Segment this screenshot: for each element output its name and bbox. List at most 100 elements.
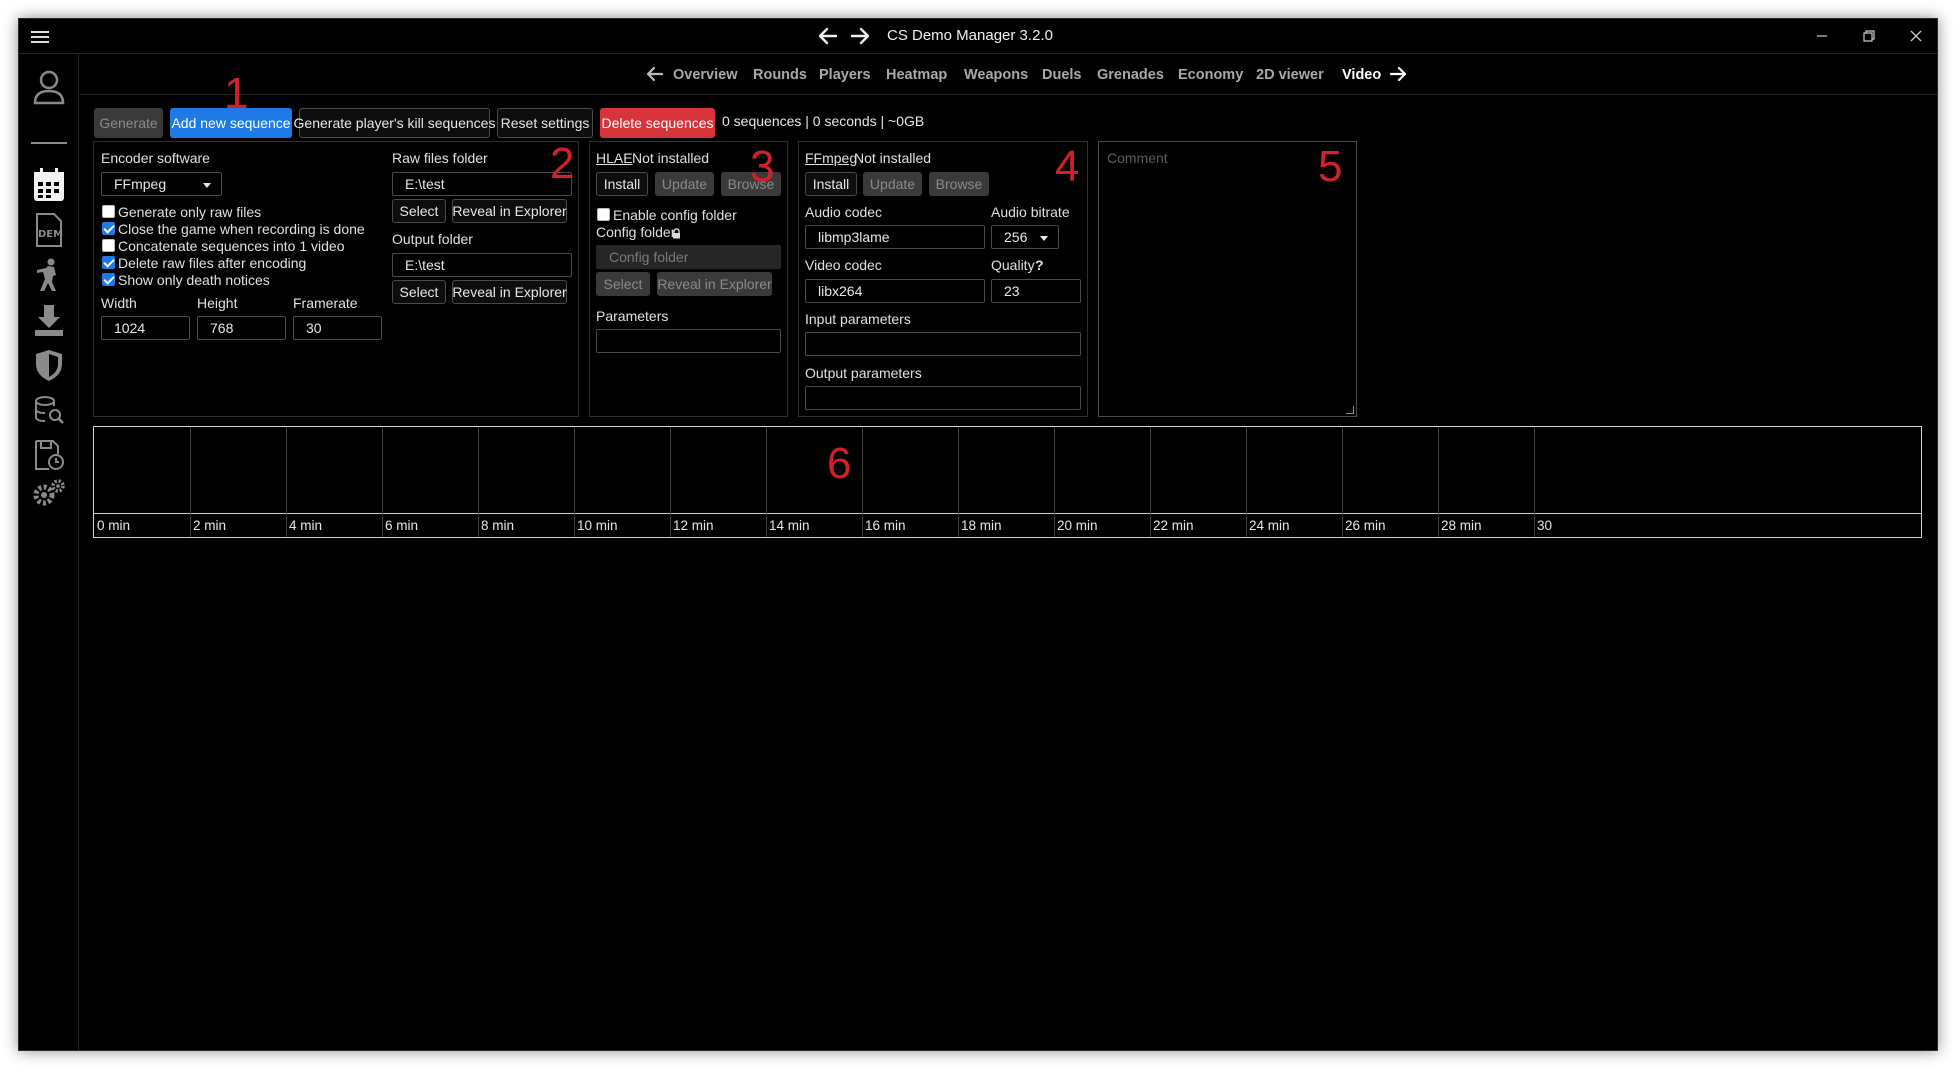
tab-overview[interactable]: Overview	[673, 67, 738, 83]
config-reveal-button[interactable]: Reveal in Explorer	[657, 272, 772, 296]
ffmpeg-install-button[interactable]: Install	[805, 172, 857, 196]
reset-settings-button[interactable]: Reset settings	[497, 108, 593, 138]
encoder-software-select[interactable]: FFmpeg	[101, 172, 222, 196]
generate-button[interactable]: Generate	[94, 108, 163, 138]
search-database-icon[interactable]	[29, 390, 69, 430]
annotation-number: 6	[827, 439, 852, 488]
tab-video[interactable]: Video	[1342, 67, 1381, 83]
hlae-link[interactable]: HLAE	[596, 150, 633, 166]
quality-input[interactable]: 23	[991, 279, 1081, 303]
timeline-tick-label: 20 min	[1057, 518, 1098, 533]
lock-icon	[672, 226, 681, 244]
audio-bitrate-select[interactable]: 256	[991, 225, 1059, 249]
minimize-icon[interactable]	[1807, 24, 1837, 48]
timeline-tick-label: 10 min	[577, 518, 618, 533]
annotation-number: 2	[550, 139, 575, 188]
generate-raw-only-checkbox[interactable]	[102, 205, 115, 218]
timeline-tick-label: 22 min	[1153, 518, 1194, 533]
delete-sequences-button[interactable]: Delete sequences	[600, 108, 715, 138]
generate-kill-sequences-button[interactable]: Generate player's kill sequences	[294, 108, 495, 138]
settings-icon[interactable]	[29, 473, 69, 513]
demo-file-icon[interactable]: DEM	[29, 210, 69, 250]
tab-grenades[interactable]: Grenades	[1097, 67, 1164, 83]
enable-config-label: Enable config folder	[613, 207, 737, 223]
close-game-checkbox[interactable]	[102, 222, 115, 235]
timeline-tick-label: 14 min	[769, 518, 810, 533]
tab-next-arrow-icon[interactable]	[1388, 64, 1408, 84]
forward-arrow-icon[interactable]	[848, 25, 872, 47]
video-codec-input[interactable]: libx264	[805, 279, 985, 303]
back-arrow-icon[interactable]	[816, 25, 840, 47]
annotation-number: 5	[1318, 142, 1343, 191]
player-icon[interactable]	[29, 255, 69, 295]
ffmpeg-browse-button[interactable]: Browse	[929, 172, 989, 196]
enable-config-checkbox[interactable]	[597, 208, 610, 221]
timeline-baseline	[94, 513, 1921, 514]
sidebar: DEM	[19, 55, 79, 1050]
raw-folder-input[interactable]: E:\test	[392, 172, 572, 196]
raw-folder-select-button[interactable]: Select	[392, 199, 446, 223]
account-icon[interactable]	[29, 67, 69, 107]
quality-help-icon[interactable]: ?	[1035, 257, 1044, 273]
timeline-gridline	[1342, 427, 1343, 537]
concatenate-checkbox[interactable]	[102, 239, 115, 252]
timeline-gridline	[1534, 427, 1535, 537]
delete-raw-checkbox[interactable]	[102, 256, 115, 269]
history-icon[interactable]	[29, 435, 69, 475]
output-folder-select-button[interactable]: Select	[392, 280, 446, 304]
config-select-button[interactable]: Select	[596, 272, 650, 296]
config-folder-input[interactable]: Config folder	[596, 245, 781, 269]
ffmpeg-link[interactable]: FFmpeg	[805, 150, 857, 166]
timeline-gridline	[958, 427, 959, 537]
hlae-install-button[interactable]: Install	[596, 172, 648, 196]
tab-rounds[interactable]: Rounds	[753, 67, 807, 83]
hlae-status: Not installed	[632, 150, 710, 166]
sequence-timeline[interactable]: 0 min 2 min 4 min 6 min 8 min 10 min 12 min 14 …	[93, 426, 1922, 538]
input-parameters-label: Input parameters	[805, 311, 911, 327]
resize-handle-icon[interactable]	[1346, 406, 1354, 414]
tab-players[interactable]: Players	[819, 67, 871, 83]
app-title: CS Demo Manager 3.2.0	[887, 27, 1053, 44]
timeline-gridline	[382, 427, 383, 537]
hlae-parameters-input[interactable]	[596, 329, 781, 353]
tab-duels[interactable]: Duels	[1042, 67, 1082, 83]
hlae-update-button[interactable]: Update	[655, 172, 714, 196]
timeline-tick-label: 4 min	[289, 518, 323, 533]
timeline-gridline	[286, 427, 287, 537]
timeline-tick-label: 28 min	[1441, 518, 1482, 533]
input-parameters-input[interactable]	[805, 332, 1081, 356]
audio-codec-input[interactable]: libmp3lame	[805, 225, 985, 249]
hamburger-menu-icon[interactable]	[31, 28, 49, 46]
death-notices-checkbox[interactable]	[102, 273, 115, 286]
tab-heatmap[interactable]: Heatmap	[886, 67, 947, 83]
close-game-label: Close the game when recording is done	[118, 221, 365, 237]
timeline-tick-label: 26 min	[1345, 518, 1386, 533]
timeline-gridline	[862, 427, 863, 537]
ffmpeg-update-button[interactable]: Update	[863, 172, 922, 196]
framerate-input[interactable]: 30	[293, 316, 382, 340]
width-input[interactable]: 1024	[101, 316, 190, 340]
tab-2d-viewer[interactable]: 2D viewer	[1256, 67, 1324, 83]
timeline-gridline	[478, 427, 479, 537]
output-folder-reveal-button[interactable]: Reveal in Explorer	[452, 280, 567, 304]
output-folder-input[interactable]: E:\test	[392, 253, 572, 277]
output-parameters-input[interactable]	[805, 386, 1081, 410]
tab-weapons[interactable]: Weapons	[964, 67, 1028, 83]
concatenate-label: Concatenate sequences into 1 video	[118, 238, 345, 254]
height-input[interactable]: 768	[197, 316, 286, 340]
width-label: Width	[101, 295, 137, 311]
restore-icon[interactable]	[1854, 24, 1884, 48]
chevron-down-icon	[1040, 236, 1048, 241]
tab-prev-arrow-icon[interactable]	[645, 64, 665, 84]
close-icon[interactable]	[1901, 24, 1931, 48]
audio-bitrate-label: Audio bitrate	[991, 204, 1070, 220]
comment-placeholder: Comment	[1107, 150, 1168, 166]
framerate-label: Framerate	[293, 295, 358, 311]
calendar-icon[interactable]	[29, 165, 69, 205]
encoder-software-label: Encoder software	[101, 150, 210, 166]
download-icon[interactable]	[29, 300, 69, 340]
raw-folder-reveal-button[interactable]: Reveal in Explorer	[452, 199, 567, 223]
tab-economy[interactable]: Economy	[1178, 67, 1243, 83]
timeline-tick-label: 0 min	[97, 518, 131, 533]
shield-icon[interactable]	[29, 345, 69, 385]
